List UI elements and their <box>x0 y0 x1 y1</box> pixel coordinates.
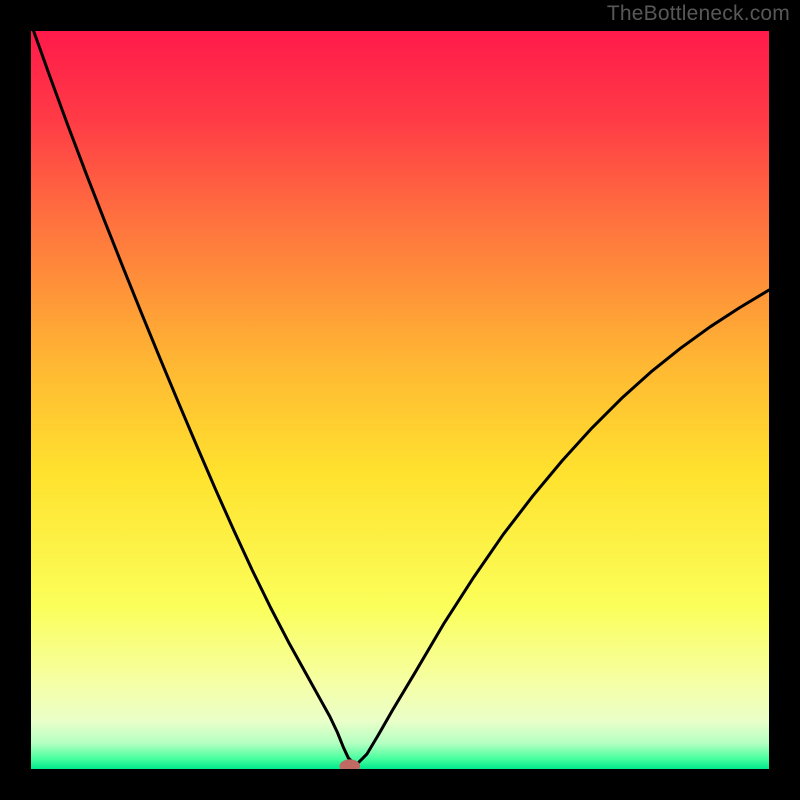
chart-container: TheBottleneck.com <box>0 0 800 800</box>
watermark-text: TheBottleneck.com <box>607 2 790 26</box>
gradient-background <box>31 31 769 769</box>
chart-svg <box>31 31 769 769</box>
plot-area <box>31 31 769 769</box>
